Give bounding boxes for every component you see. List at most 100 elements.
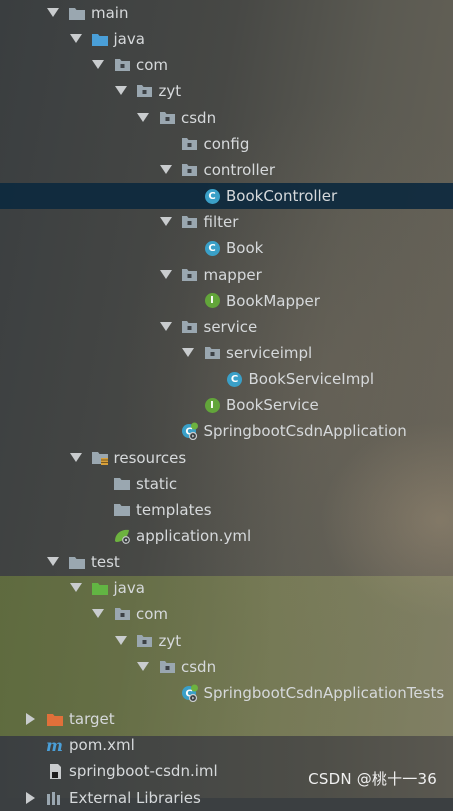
package-icon (113, 606, 131, 622)
tree-row-label: main (91, 4, 129, 22)
tree-row-service[interactable]: service (0, 314, 453, 340)
folder-icon (68, 5, 86, 21)
tree-row-com[interactable]: com (0, 52, 453, 78)
tree-row-test[interactable]: test (0, 549, 453, 575)
tree-row-java[interactable]: java (0, 575, 453, 601)
tree-row-bookservice[interactable]: I BookService (0, 392, 453, 418)
tree-row-csdn[interactable]: csdn (0, 105, 453, 131)
expand-arrow-icon[interactable] (136, 660, 150, 674)
tree-row-book[interactable]: C Book (0, 235, 453, 261)
tree-row-bookserviceimpl[interactable]: C BookServiceImpl (0, 366, 453, 392)
expand-arrow-icon[interactable] (159, 320, 173, 334)
tree-row-pom-xml[interactable]: m pom.xml (0, 732, 453, 758)
expand-arrow-icon[interactable] (69, 581, 83, 595)
svg-text:m: m (46, 737, 63, 753)
tree-row-main[interactable]: main (0, 0, 453, 26)
tree-row-springbootcsdnapplicationtests[interactable]: C SpringbootCsdnApplicationTests (0, 680, 453, 706)
tree-row-com[interactable]: com (0, 601, 453, 627)
tree-row-resources[interactable]: resources (0, 445, 453, 471)
iml-file-icon (46, 763, 64, 779)
expand-arrow-icon[interactable] (91, 607, 105, 621)
tree-row-label: service (203, 317, 258, 336)
package-icon (203, 345, 221, 361)
package-icon (181, 162, 199, 178)
tree-row-label: SpringbootCsdnApplicationTests (203, 683, 445, 702)
folder-icon (113, 476, 131, 492)
tree-row-label: springboot-csdn.iml (69, 762, 218, 781)
tree-row-mapper[interactable]: mapper (0, 262, 453, 288)
tree-row-label: csdn (181, 657, 217, 676)
tree-row-label: controller (203, 160, 276, 179)
watermark: CSDN @桃十一36 (308, 770, 437, 788)
tree-row-serviceimpl[interactable]: serviceimpl (0, 340, 453, 366)
tree-row-zyt[interactable]: zyt (0, 628, 453, 654)
source-folder-icon (91, 31, 109, 47)
expand-arrow-icon[interactable] (91, 58, 105, 72)
tree-row-label: templates (136, 500, 212, 519)
tree-row-csdn[interactable]: csdn (0, 654, 453, 680)
tree-row-bookmapper[interactable]: I BookMapper (0, 288, 453, 314)
package-icon (158, 659, 176, 675)
expand-arrow-icon[interactable] (114, 634, 128, 648)
package-icon (181, 267, 199, 283)
tree-row-bookcontroller[interactable]: C BookController (0, 183, 453, 210)
tree-row-label: Book (226, 239, 264, 258)
excluded-folder-icon (46, 711, 64, 727)
tree-row-label: pom.xml (69, 736, 135, 755)
package-icon (181, 214, 199, 230)
tree-row-label: config (203, 134, 250, 153)
tree-row-filter[interactable]: filter (0, 209, 453, 235)
expand-arrow-icon[interactable] (69, 32, 83, 46)
package-icon (136, 633, 154, 649)
class-icon: C (226, 371, 244, 387)
tree-row-static[interactable]: static (0, 471, 453, 497)
tree-row-application-yml[interactable]: application.yml (0, 523, 453, 549)
expand-arrow-icon[interactable] (136, 111, 150, 125)
spring-boot-test-icon: C (181, 684, 199, 702)
expand-arrow-icon[interactable] (46, 555, 60, 569)
class-icon: C (203, 188, 221, 204)
expand-arrow-icon[interactable] (46, 6, 60, 20)
tree-row-zyt[interactable]: zyt (0, 78, 453, 104)
tree-row-label: java (113, 30, 145, 49)
tree-row-label: filter (203, 213, 239, 232)
collapse-arrow-icon[interactable] (24, 712, 38, 726)
tree-row-label: target (69, 710, 115, 729)
tree-row-label: com (136, 56, 169, 75)
tree-row-springbootcsdnapplication[interactable]: C SpringbootCsdnApplication (0, 418, 453, 444)
expand-arrow-icon[interactable] (159, 163, 173, 177)
maven-icon: m (46, 737, 64, 753)
tree-row-label: zyt (158, 82, 182, 101)
tree-row-label: mapper (203, 265, 262, 284)
tree-row-label: test (91, 553, 120, 572)
folder-icon (113, 502, 131, 518)
package-icon (181, 319, 199, 335)
tree-row-java[interactable]: java (0, 26, 453, 52)
expand-arrow-icon[interactable] (69, 451, 83, 465)
tree-row-templates[interactable]: templates (0, 497, 453, 523)
resources-folder-icon (91, 450, 109, 466)
expand-arrow-icon[interactable] (181, 346, 195, 360)
tree-row-target[interactable]: target (0, 706, 453, 732)
tree-row-label: application.yml (136, 527, 252, 545)
tree-row-label: BookController (226, 187, 338, 206)
expand-arrow-icon[interactable] (159, 268, 173, 282)
tree-row-config[interactable]: config (0, 131, 453, 157)
expand-arrow-icon[interactable] (114, 84, 128, 98)
tree-row-label: SpringbootCsdnApplication (203, 422, 407, 441)
expand-arrow-icon[interactable] (159, 215, 173, 229)
folder-icon (68, 554, 86, 570)
tree-row-label: java (113, 579, 145, 598)
tree-row-label: BookMapper (226, 291, 320, 310)
tree-row-label: serviceimpl (226, 343, 313, 362)
project-tree[interactable]: main java com zyt csdn config controller C BookC… (0, 0, 453, 807)
tree-row-controller[interactable]: controller (0, 157, 453, 183)
tree-row-label: static (136, 474, 178, 493)
package-icon (181, 136, 199, 152)
class-icon: C (203, 240, 221, 256)
package-icon (158, 110, 176, 126)
interface-icon: I (203, 293, 221, 309)
tree-row-label: resources (113, 448, 187, 467)
tree-row-label: BookService (226, 396, 319, 415)
tree-row-label: csdn (181, 108, 217, 127)
